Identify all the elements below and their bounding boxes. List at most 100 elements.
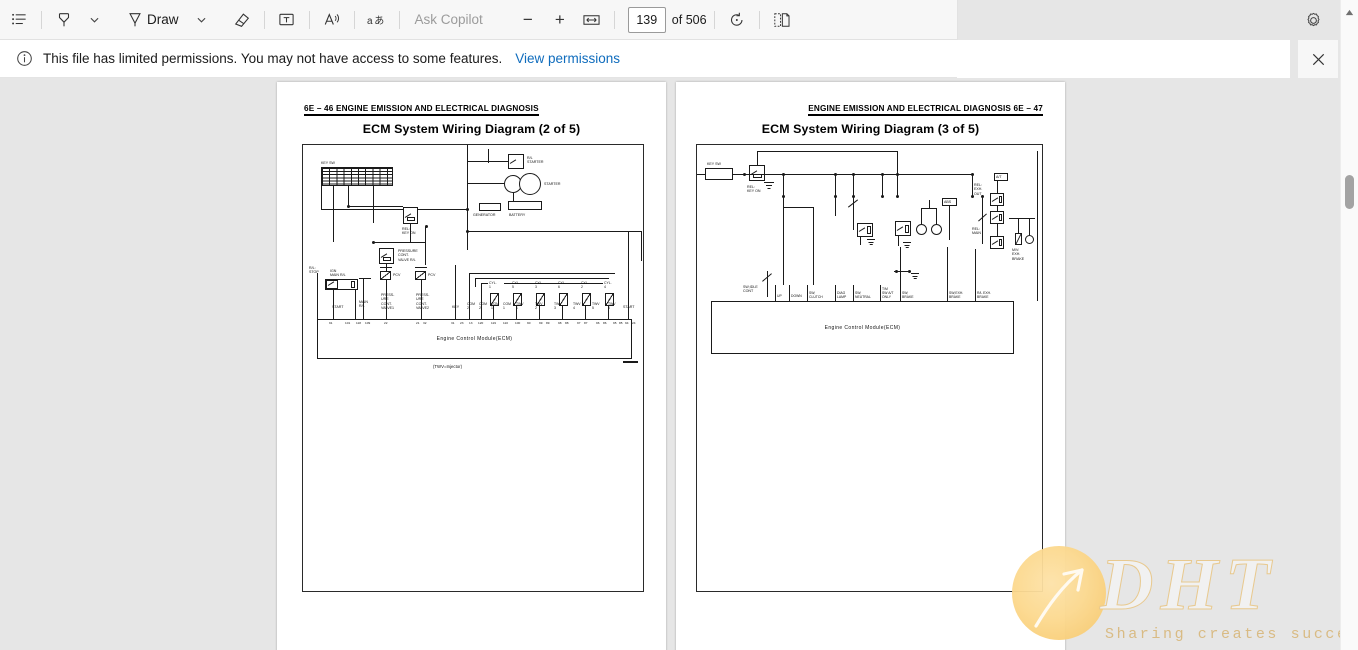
ecm-block: Engine Control Module(ECM): [711, 301, 1014, 354]
ecm-pin: 94: [625, 321, 629, 325]
eraser-icon: [234, 12, 249, 27]
chevron-down-icon: [197, 17, 206, 23]
terminal-label: T/M SW A/T ONLY: [882, 287, 894, 299]
permissions-notification-bar: This file has limited permissions. You m…: [0, 40, 957, 78]
ecm-pin: 32: [423, 321, 427, 325]
eraser-button[interactable]: [227, 5, 257, 35]
draw-options-button[interactable]: [187, 5, 217, 35]
press-valve1-terminal-label: PRESS- URE CONT. VALVE1: [381, 293, 395, 311]
twv-terminal-label: TWV 4: [573, 302, 581, 310]
toolbar-divider-2: [263, 10, 265, 29]
key-on-relay: [403, 207, 418, 224]
toolbar-divider-4: [353, 10, 355, 29]
twv-terminal-label: TWV 6: [608, 302, 616, 310]
ask-copilot-button[interactable]: Ask Copilot: [407, 5, 491, 35]
ecm-pin: 90: [527, 321, 531, 325]
draw-button[interactable]: Draw: [121, 5, 187, 35]
starter-relay: [508, 154, 524, 169]
terminal-label: SW; CLUTCH: [809, 291, 823, 299]
gauge-symbol: [931, 224, 942, 235]
rel-key-on-label: REL: KEY ON: [402, 227, 416, 236]
page-title: ECM System Wiring Diagram (3 of 5): [761, 122, 980, 136]
toolbar-divider-7: [713, 10, 715, 29]
ecm-pin: 120: [478, 321, 484, 325]
translate-button[interactable]: a あ: [362, 5, 392, 35]
ecm-pin: 85: [619, 321, 623, 325]
cylinder-label: CYL. 6: [558, 281, 566, 289]
ecm-pin: 88: [565, 321, 569, 325]
starter-motor: [519, 173, 541, 195]
rel-key-on-label: REL: KEY ON: [747, 185, 761, 194]
ecm-block: Engine Control Module(ECM): [317, 319, 632, 359]
page-number-input[interactable]: 139: [627, 6, 666, 33]
key-switch-table: [321, 167, 393, 186]
svg-text:あ: あ: [374, 15, 384, 27]
ign-main-rl-label: IGN MAIN R/L: [330, 269, 346, 278]
pressure-cont-valve-rl-label: PRESSURE CONT. VALVE R/L: [398, 249, 418, 262]
ecm-pin: 97: [577, 321, 581, 325]
document-viewport[interactable]: 6E – 46 ENGINE EMISSION AND ELECTRICAL D…: [0, 78, 1340, 650]
ecm-pin: 23: [460, 321, 464, 325]
pcv-valve-2: [415, 271, 426, 280]
cylinder-label: CYL. 3: [535, 281, 543, 289]
rel-main-label: REL: MAIN: [972, 227, 981, 236]
generator-symbol: [479, 203, 501, 211]
ecm-label: Engine Control Module(ECM): [436, 336, 513, 342]
terminal-label: SW;EXH. BRAKE: [949, 291, 964, 299]
page-layout-button[interactable]: [767, 5, 797, 35]
document-page-left[interactable]: 6E – 46 ENGINE EMISSION AND ELECTRICAL D…: [277, 82, 666, 650]
toolbar-divider-1: [41, 10, 42, 29]
gear-icon: [1306, 12, 1320, 26]
page-title: ECM System Wiring Diagram (2 of 5): [362, 122, 581, 136]
view-permissions-link[interactable]: View permissions: [515, 51, 620, 66]
wiring-diagram-2of5: KEY SW REL: KEY ON R/L STARTER STARTER G…: [302, 144, 644, 592]
ground-symbol: [903, 242, 911, 248]
ecm-pin: 24: [632, 321, 636, 325]
list-outline-icon: [11, 13, 26, 25]
viewer-toolbar: Draw a あ Ask Copilot − + 139 of 506: [0, 0, 957, 40]
ecm-pin: 87: [584, 321, 588, 325]
ecm-pin: 31: [451, 321, 455, 325]
zoom-in-button[interactable]: +: [545, 5, 575, 35]
draw-label: Draw: [147, 12, 179, 27]
read-aloud-icon: [324, 12, 339, 25]
table-of-contents-button[interactable]: [4, 5, 34, 35]
terminal-label: DOWN: [791, 294, 802, 298]
ecm-pin: 101: [345, 321, 351, 325]
text-box-icon: [279, 13, 294, 26]
notification-bar-filler: [957, 40, 1290, 78]
pcv-1-label: PCV: [393, 273, 401, 277]
zoom-out-button[interactable]: −: [513, 5, 543, 35]
ecm-pin: 95: [613, 321, 617, 325]
twv-terminal-label: TWV 1: [516, 302, 524, 310]
ecm-pin: 110: [503, 321, 508, 325]
page-layout-icon: [773, 12, 790, 27]
info-circle-icon: [17, 51, 32, 66]
ecm-label: Engine Control Module(ECM): [824, 324, 901, 331]
key-on-relay: [749, 165, 765, 181]
rotate-icon: [730, 12, 743, 26]
press-valve2-terminal-label: PRESS- URE CONT. VALVE2: [416, 293, 430, 311]
text-box-button[interactable]: [272, 5, 302, 35]
scroll-thumb[interactable]: [1345, 175, 1354, 209]
highlighter-button[interactable]: [49, 5, 79, 35]
toolbar-divider-5: [398, 10, 400, 29]
rotate-button[interactable]: [722, 5, 752, 35]
settings-button[interactable]: [1296, 0, 1330, 40]
mv-exhaust-brake: [1015, 233, 1022, 245]
fit-to-width-button[interactable]: [577, 5, 607, 35]
key-sw-label: KEY SW: [321, 161, 335, 165]
start-terminal-label: START: [332, 305, 344, 309]
read-aloud-button[interactable]: [317, 5, 347, 35]
notification-close-button[interactable]: [1298, 40, 1338, 78]
ground-symbol: [911, 273, 919, 279]
document-page-right[interactable]: ENGINE EMISSION AND ELECTRICAL DIAGNOSIS…: [676, 82, 1065, 650]
battery-symbol: [508, 201, 542, 210]
wiring-diagram-3of5: KEY SW REL: KEY ON ABS A/T REL: EXH. OUT…: [696, 144, 1043, 592]
pcv-valve-1: [380, 271, 391, 280]
scroll-up-button[interactable]: [1341, 4, 1358, 20]
abs-label: ABS: [944, 200, 952, 204]
highlighter-options-button[interactable]: [79, 5, 109, 35]
vertical-scrollbar[interactable]: [1340, 0, 1358, 650]
ecm-pin: 86: [603, 321, 607, 325]
